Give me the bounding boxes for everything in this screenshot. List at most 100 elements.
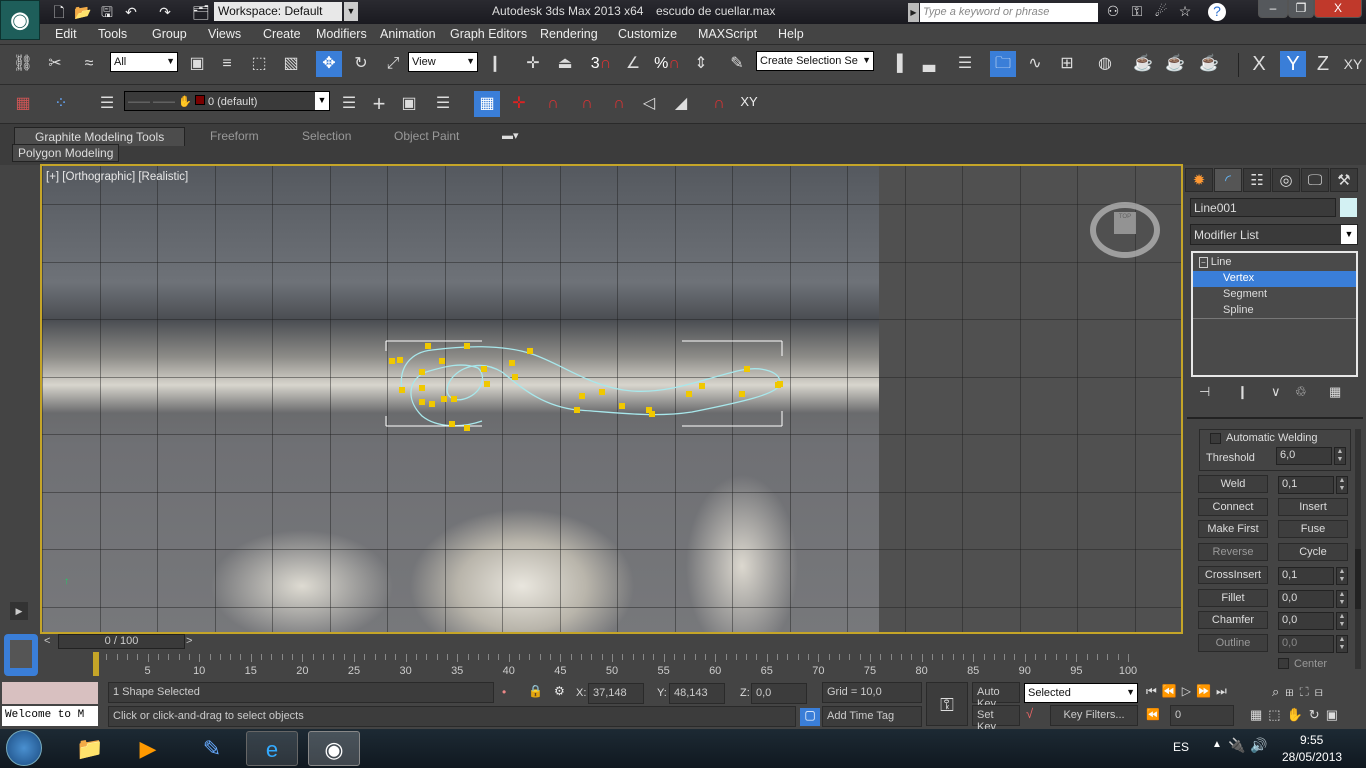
viewport-navigation-2[interactable]: ▦⬚✋↻▣: [1250, 707, 1344, 723]
reverse-button[interactable]: Reverse: [1198, 543, 1268, 561]
line001-spline[interactable]: [42, 166, 1183, 632]
select-object-icon[interactable]: ▣: [184, 51, 210, 77]
viewport-navigation[interactable]: ⌕⊞⛶⊟: [1272, 684, 1329, 700]
unlink-icon[interactable]: ✂: [42, 51, 68, 77]
maximize-button[interactable]: ❐: [1288, 0, 1314, 18]
object-color-swatch[interactable]: [1340, 198, 1357, 217]
orbit-icon[interactable]: ↻: [1309, 707, 1326, 722]
align-icon[interactable]: ▃: [916, 51, 942, 77]
window-crossing-icon[interactable]: ▧: [278, 51, 304, 77]
insert-button[interactable]: Insert: [1278, 498, 1348, 516]
search-expand-icon[interactable]: ▶: [908, 3, 919, 22]
spline-vertex[interactable]: [441, 396, 447, 402]
spline-vertex[interactable]: [574, 407, 580, 413]
start-button[interactable]: [6, 730, 42, 766]
snap-face-icon[interactable]: ◢: [668, 91, 694, 117]
menu-customize[interactable]: Customize: [618, 27, 677, 41]
crossinsert-spinner[interactable]: ▲ ▼: [1336, 567, 1348, 585]
menu-tools[interactable]: Tools: [98, 27, 127, 41]
go-to-end-icon[interactable]: ⏭: [1216, 684, 1232, 698]
snap-toggle-icon[interactable]: 3∩: [588, 51, 614, 77]
outline-spinner[interactable]: ▲ ▼: [1336, 635, 1348, 653]
stack-item-vertex[interactable]: Vertex: [1193, 271, 1356, 287]
power-icon[interactable]: 🔌: [1228, 737, 1245, 754]
spline-vertex[interactable]: [419, 385, 425, 391]
spline-vertex[interactable]: [449, 421, 455, 427]
modifier-list-dropdown[interactable]: Modifier List ▼: [1190, 224, 1358, 245]
outline-field[interactable]: 0,0: [1278, 635, 1334, 653]
fuse-button[interactable]: Fuse: [1278, 520, 1348, 538]
show-hidden-icons[interactable]: ▲: [1212, 739, 1222, 750]
absolute-mode-icon[interactable]: ⚙: [554, 684, 565, 698]
spline-vertex[interactable]: [419, 369, 425, 375]
volume-icon[interactable]: 🔊: [1250, 737, 1267, 754]
time-tag-icon[interactable]: ▢: [800, 708, 820, 726]
tab-selection[interactable]: Selection: [282, 127, 371, 146]
add-to-layer-icon[interactable]: +: [366, 91, 392, 117]
reference-coordinate-dropdown[interactable]: View ▼: [408, 52, 478, 72]
render-setup-icon[interactable]: ☕: [1130, 51, 1156, 77]
threshold-spinner[interactable]: ▲ ▼: [1334, 447, 1346, 465]
maxscript-input[interactable]: Welcome to M: [2, 706, 98, 726]
language-indicator[interactable]: ES: [1173, 740, 1189, 754]
set-current-layer-icon[interactable]: ☰: [430, 91, 456, 117]
center-checkbox[interactable]: [1278, 658, 1289, 669]
render-production-icon[interactable]: ☕: [1196, 51, 1222, 77]
select-in-layer-icon[interactable]: ▣: [396, 91, 422, 117]
time-slider-track[interactable]: < 0 / 100 >: [40, 634, 1183, 650]
angle-snap-icon[interactable]: ∠: [620, 51, 646, 77]
menu-group[interactable]: Group: [152, 27, 187, 41]
stack-item-line[interactable]: − Line: [1193, 255, 1356, 271]
manipulate-icon[interactable]: ✛: [520, 51, 546, 77]
y-coordinate-field[interactable]: 48,143: [669, 683, 725, 704]
current-frame-marker[interactable]: [93, 652, 99, 676]
select-and-scale-icon[interactable]: ⤢: [380, 51, 406, 77]
minimize-button[interactable]: –: [1258, 0, 1288, 18]
chamfer-spinner[interactable]: ▲ ▼: [1336, 612, 1348, 630]
axis-xy-button[interactable]: XY: [1340, 51, 1366, 77]
key-filters-button[interactable]: Key Filters...: [1050, 705, 1138, 726]
snap-endpoint-icon[interactable]: ∩: [574, 91, 600, 117]
zoom-all-icon[interactable]: ⊞: [1285, 684, 1299, 699]
workspace-dropdown[interactable]: Workspace: Default: [214, 2, 342, 21]
edit-named-selection-icon[interactable]: ✎: [724, 51, 750, 77]
pin-stack-icon[interactable]: ⊣: [1199, 384, 1210, 400]
set-keys-icon[interactable]: ⚿: [926, 682, 968, 726]
display-tab-icon[interactable]: 🖵: [1301, 168, 1329, 192]
motion-tab-icon[interactable]: ◎: [1272, 168, 1300, 192]
explorer-taskbar-icon[interactable]: 📁: [64, 731, 116, 766]
containers-icon[interactable]: ▦: [10, 91, 36, 117]
track-bar[interactable]: 5 10 15 20 25 30 35 40 45 50 55 60 65 70 75 80 85 90 95 100: [40, 650, 1183, 680]
extras-icon[interactable]: ⁘: [48, 91, 74, 117]
selection-filter-dropdown[interactable]: All ▼: [110, 52, 178, 72]
percent-snap-icon[interactable]: %∩: [654, 51, 680, 77]
make-first-button[interactable]: Make First: [1198, 520, 1268, 538]
select-and-rotate-icon[interactable]: ↻: [348, 51, 374, 77]
spline-vertex[interactable]: [484, 381, 490, 387]
field-of-view-icon[interactable]: ▦: [1250, 707, 1268, 722]
new-file-icon[interactable]: 🗋: [50, 3, 68, 21]
pivot-center-icon[interactable]: ❙: [482, 51, 508, 77]
undo-icon[interactable]: ↶: [122, 3, 140, 21]
modify-tab-icon[interactable]: ◜: [1214, 168, 1242, 192]
named-selection-dropdown[interactable]: Create Selection Se ▼: [756, 51, 874, 71]
snap-midpoint-icon[interactable]: ∩: [606, 91, 632, 117]
search-input[interactable]: Type a keyword or phrase: [920, 3, 1098, 22]
menu-views[interactable]: Views: [208, 27, 241, 41]
redo-icon[interactable]: ↷: [156, 3, 174, 21]
menu-create[interactable]: Create: [263, 27, 301, 41]
viewcube[interactable]: TOP: [1090, 202, 1160, 258]
layer-dropdown[interactable]: —— —— ✋ 0 (default) ▼: [124, 91, 330, 111]
menu-help[interactable]: Help: [778, 27, 804, 41]
command-panel-scrollbar[interactable]: [1355, 429, 1361, 669]
keyboard-shortcut-override-icon[interactable]: ⏏: [552, 51, 578, 77]
snap-options-icon[interactable]: ∩: [706, 91, 732, 117]
previous-key-icon[interactable]: ⏪: [1162, 684, 1182, 698]
scene-explorer-icon[interactable]: 🗀: [990, 51, 1016, 77]
zoom-icon[interactable]: ⌕: [1272, 684, 1285, 699]
tab-object-paint[interactable]: Object Paint: [374, 127, 479, 146]
prev-frame-icon[interactable]: <: [44, 635, 50, 647]
select-by-name-icon[interactable]: ≡: [214, 51, 240, 77]
spline-vertex[interactable]: [744, 366, 750, 372]
zoom-extents-icon[interactable]: ⛶: [1300, 684, 1315, 699]
